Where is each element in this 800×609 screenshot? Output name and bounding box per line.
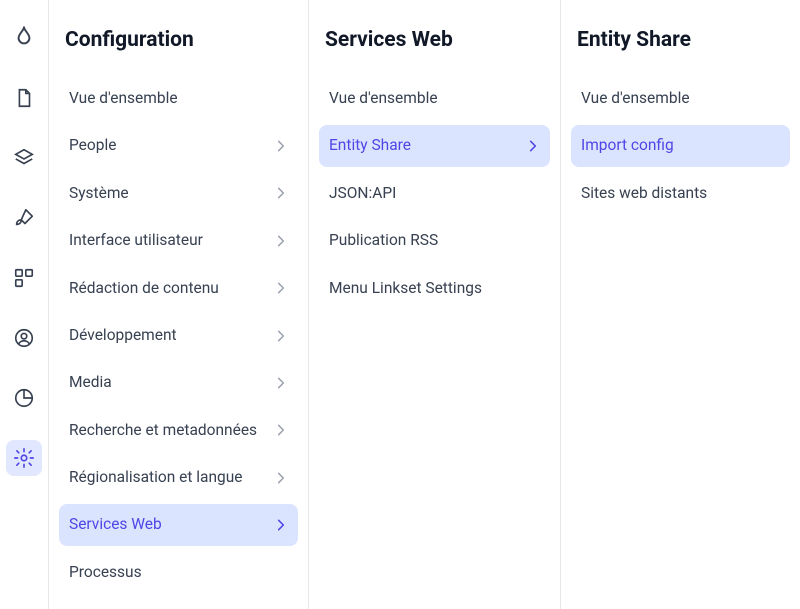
chevron-right-icon	[274, 234, 288, 248]
menu-item-label: Régionalisation et langue	[69, 468, 274, 487]
menu-item-rss-publishing[interactable]: Publication RSS	[319, 220, 550, 261]
menu: Vue d'ensemble People Système Interface …	[49, 78, 308, 593]
menu-item-label: Vue d'ensemble	[581, 89, 780, 108]
menu: Vue d'ensemble Import config Sites web d…	[561, 78, 800, 214]
menu-item-label: Système	[69, 184, 274, 203]
document-icon[interactable]	[6, 80, 42, 116]
menu-item-remote-websites[interactable]: Sites web distants	[571, 173, 790, 214]
menu-item-development[interactable]: Développement	[59, 315, 298, 356]
chevron-right-icon	[274, 376, 288, 390]
menu-item-overview[interactable]: Vue d'ensemble	[59, 78, 298, 119]
menu-item-content-authoring[interactable]: Rédaction de contenu	[59, 268, 298, 309]
menu-item-label: Vue d'ensemble	[329, 89, 540, 108]
menu-item-ui[interactable]: Interface utilisateur	[59, 220, 298, 261]
menu-item-label: Recherche et metadonnées	[69, 421, 274, 440]
menu-item-jsonapi[interactable]: JSON:API	[319, 173, 550, 214]
menu-item-label: Processus	[69, 563, 288, 582]
menu-item-label: JSON:API	[329, 184, 540, 203]
menu-item-label: Développement	[69, 326, 274, 345]
chevron-right-icon	[274, 471, 288, 485]
column-web-services: Services Web Vue d'ensemble Entity Share…	[308, 0, 560, 609]
chevron-right-icon	[274, 329, 288, 343]
chevron-right-icon	[274, 518, 288, 532]
column-title: Services Web	[309, 20, 560, 78]
menu-item-label: Sites web distants	[581, 184, 780, 203]
layers-icon[interactable]	[6, 140, 42, 176]
settings-gear-icon[interactable]	[6, 440, 42, 476]
user-circle-icon[interactable]	[6, 320, 42, 356]
menu-item-system[interactable]: Système	[59, 173, 298, 214]
menu-item-media[interactable]: Media	[59, 362, 298, 403]
chart-pie-icon[interactable]	[6, 380, 42, 416]
menu-item-overview[interactable]: Vue d'ensemble	[571, 78, 790, 119]
column-entity-share: Entity Share Vue d'ensemble Import confi…	[560, 0, 800, 609]
menu-item-label: Rédaction de contenu	[69, 279, 274, 298]
menu-item-search-metadata[interactable]: Recherche et metadonnées	[59, 410, 298, 451]
column-title: Configuration	[49, 20, 308, 78]
menu-item-label: Menu Linkset Settings	[329, 279, 540, 298]
chevron-right-icon	[274, 281, 288, 295]
menu-item-label: People	[69, 136, 274, 155]
menu-item-regional-language[interactable]: Régionalisation et langue	[59, 457, 298, 498]
menu-item-entity-share[interactable]: Entity Share	[319, 125, 550, 166]
drupal-icon[interactable]	[6, 20, 42, 56]
menu-item-label: Services Web	[69, 515, 274, 534]
menu-item-label: Interface utilisateur	[69, 231, 274, 250]
paintbrush-icon[interactable]	[6, 200, 42, 236]
menu-item-web-services[interactable]: Services Web	[59, 504, 298, 545]
chevron-right-icon	[274, 139, 288, 153]
chevron-right-icon	[274, 186, 288, 200]
blocks-icon[interactable]	[6, 260, 42, 296]
iconbar	[0, 0, 48, 609]
menu-item-workflow[interactable]: Processus	[59, 552, 298, 593]
chevron-right-icon	[526, 139, 540, 153]
menu-item-people[interactable]: People	[59, 125, 298, 166]
menu-item-menu-linkset[interactable]: Menu Linkset Settings	[319, 268, 550, 309]
chevron-right-icon	[274, 423, 288, 437]
menu-item-label: Import config	[581, 136, 780, 155]
menu-item-label: Vue d'ensemble	[69, 89, 288, 108]
menu-item-overview[interactable]: Vue d'ensemble	[319, 78, 550, 119]
menu-item-label: Media	[69, 373, 274, 392]
menu-item-label: Publication RSS	[329, 231, 540, 250]
menu-item-label: Entity Share	[329, 136, 526, 155]
column-configuration: Configuration Vue d'ensemble People Syst…	[48, 0, 308, 609]
menu-item-import-config[interactable]: Import config	[571, 125, 790, 166]
column-title: Entity Share	[561, 20, 800, 78]
menu: Vue d'ensemble Entity Share JSON:API Pub…	[309, 78, 560, 309]
app-root: Configuration Vue d'ensemble People Syst…	[0, 0, 800, 609]
